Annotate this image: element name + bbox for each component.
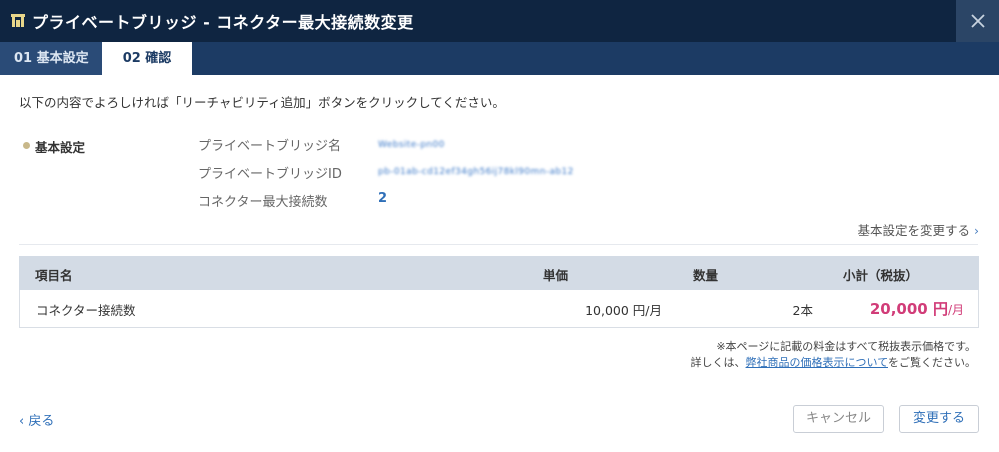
- pricing-table: 項目名 単価 数量 小計（税抜） コネクター接続数 10,000 円/月 2本 …: [19, 256, 979, 328]
- header-price: 単価: [543, 268, 569, 283]
- chevron-left-icon: ‹: [19, 414, 29, 429]
- divider: [19, 244, 978, 245]
- row-subtotal: 20,000 円/月: [870, 298, 964, 319]
- change-basic-settings-link[interactable]: 基本設定を変更する ›: [857, 220, 979, 239]
- note-suffix: をご覧ください。: [888, 356, 976, 369]
- close-button[interactable]: [956, 0, 999, 42]
- bridge-id-label: プライベートブリッジID: [198, 167, 342, 182]
- section-title: 基本設定: [35, 140, 86, 155]
- submit-change-button[interactable]: 変更する: [899, 405, 979, 433]
- table-row: コネクター接続数 10,000 円/月 2本 20,000 円/月: [19, 290, 979, 328]
- change-link-label: 基本設定を変更する: [857, 223, 970, 238]
- header-item: 項目名: [35, 268, 73, 283]
- bridge-name-label: プライベートブリッジ名: [198, 139, 342, 154]
- note-prefix: 詳しくは、: [690, 356, 746, 369]
- cancel-button[interactable]: キャンセル: [793, 405, 884, 433]
- max-connections-label: コネクター最大接続数: [198, 195, 328, 210]
- subtotal-unit: /月: [947, 303, 964, 317]
- bullet-icon: [23, 142, 30, 149]
- close-icon: [971, 14, 985, 28]
- subtotal-amount: 20,000 円: [869, 300, 948, 318]
- bridge-name-value: Website-pn00: [378, 140, 445, 150]
- header-subtotal: 小計（税抜）: [843, 268, 919, 283]
- dialog-title: プライベートブリッジ - コネクター最大接続数変更: [32, 13, 414, 32]
- header-qty: 数量: [693, 268, 719, 283]
- price-display-link[interactable]: 弊社商品の価格表示について: [746, 356, 888, 369]
- bridge-id-value: pb-01ab-cd12ef34gh56ij78kl90mn-ab12: [378, 167, 574, 177]
- back-link[interactable]: ‹ 戻る: [19, 410, 54, 429]
- row-qty: 2本: [792, 303, 813, 318]
- tax-note: ※本ページに記載の料金はすべて税抜表示価格です。: [716, 340, 976, 353]
- tab-basic-settings[interactable]: 01 基本設定: [0, 42, 102, 75]
- dialog-titlebar: プライベートブリッジ - コネクター最大接続数変更: [0, 0, 999, 42]
- bridge-icon: [11, 13, 25, 27]
- row-item: コネクター接続数: [36, 303, 136, 318]
- table-header: 項目名 単価 数量 小計（税抜）: [19, 256, 979, 290]
- price-display-note: 詳しくは、弊社商品の価格表示についてをご覧ください。: [691, 354, 976, 370]
- tab-confirm[interactable]: 02 確認: [102, 42, 192, 75]
- step-tabs: 01 基本設定 02 確認: [0, 42, 999, 75]
- intro-text: 以下の内容でよろしければ「リーチャビリティ追加」ボタンをクリックしてください。: [19, 95, 505, 110]
- max-connections-value: 2: [378, 191, 388, 206]
- row-price: 10,000 円/月: [585, 303, 662, 318]
- chevron-right-icon: ›: [974, 223, 979, 238]
- back-label: 戻る: [28, 414, 55, 429]
